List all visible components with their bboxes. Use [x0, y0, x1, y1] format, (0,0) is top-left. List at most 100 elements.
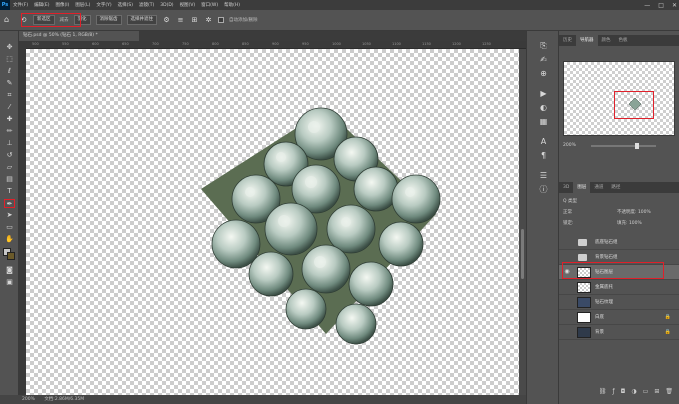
- ruler-label: 800: [212, 42, 219, 46]
- quick-mask-icon[interactable]: ◙: [4, 266, 15, 275]
- close-button[interactable]: ✕: [672, 2, 677, 9]
- mask-icon[interactable]: ◘: [621, 386, 626, 398]
- layer-name: 金属底托: [595, 285, 613, 290]
- menu-type[interactable]: 文字(Y): [93, 2, 114, 8]
- layer-row[interactable]: 背景 🔒: [559, 325, 679, 340]
- canvas-vertical-scrollbar[interactable]: [519, 49, 526, 395]
- layer-kind-filter[interactable]: Q 类型: [563, 197, 577, 206]
- menu-window[interactable]: 窗口(W): [198, 2, 221, 8]
- align-icon[interactable]: ≡: [176, 16, 185, 24]
- fill-field[interactable]: 填充: 100%: [617, 219, 642, 228]
- lock-icon: 🔒: [664, 314, 671, 320]
- stamp-icon[interactable]: ⊥: [4, 139, 15, 148]
- brush-icon[interactable]: ✏: [4, 127, 15, 136]
- menu-help[interactable]: 帮助(H): [221, 2, 243, 8]
- status-zoom[interactable]: 200%: [22, 397, 35, 402]
- crop-icon[interactable]: ⌗: [4, 91, 15, 100]
- delete-icon[interactable]: 🗑: [665, 386, 673, 398]
- folder-icon: [578, 239, 587, 246]
- tab-swatches[interactable]: 色板: [615, 35, 632, 46]
- adjustment-layer-icon[interactable]: ◑: [631, 386, 636, 398]
- scroll-thumb[interactable]: [521, 229, 524, 279]
- history-brush-icon[interactable]: ↺: [4, 151, 15, 160]
- tab-layers[interactable]: 图层: [573, 182, 591, 193]
- ruler-label: 700: [152, 42, 159, 46]
- info-icon[interactable]: ⓘ: [538, 185, 549, 195]
- marquee-icon[interactable]: ⬚: [4, 55, 15, 64]
- blend-mode-select[interactable]: 正常: [563, 208, 572, 217]
- layer-row[interactable]: 底座钻石组: [559, 235, 679, 250]
- tab-history[interactable]: 历史: [559, 35, 576, 46]
- ruler-label: 600: [92, 42, 99, 46]
- lock-label: 锁定:: [563, 221, 574, 226]
- menu-file[interactable]: 文件(F): [10, 2, 31, 8]
- gear-icon[interactable]: ✲: [204, 16, 213, 24]
- hand-icon[interactable]: ✋: [4, 235, 15, 244]
- tab-navigator[interactable]: 导航器: [576, 35, 598, 46]
- properties-icon[interactable]: ☰: [538, 171, 549, 181]
- layer-row[interactable]: 金属底托: [559, 280, 679, 295]
- eraser-icon[interactable]: ▱: [4, 163, 15, 172]
- navigator-preview[interactable]: [563, 61, 675, 136]
- maximize-button[interactable]: □: [658, 2, 664, 9]
- new-group-icon[interactable]: ▭: [643, 386, 649, 398]
- menu-layer[interactable]: 图层(L): [72, 2, 93, 8]
- ruler-label: 500: [32, 42, 39, 46]
- character-icon[interactable]: A: [538, 137, 549, 147]
- pen-icon[interactable]: ✒: [4, 199, 15, 208]
- tab-3d[interactable]: 3D: [559, 182, 573, 193]
- transform-icon[interactable]: ⊞: [190, 16, 199, 24]
- actions-icon[interactable]: ▶: [538, 89, 549, 99]
- navigator-zoom-slider[interactable]: [591, 143, 656, 149]
- layer-name: 背景: [595, 330, 604, 335]
- document-canvas[interactable]: [26, 49, 526, 395]
- lock-icon: 🔒: [664, 329, 671, 335]
- auto-add-checkbox[interactable]: [218, 17, 224, 23]
- document-tab[interactable]: 钻石.psd @ 50% (钻石 1, RGB/8) *: [19, 31, 139, 41]
- layer-name: 底座钻石组: [595, 240, 618, 245]
- shape-icon[interactable]: ▭: [4, 223, 15, 232]
- new-layer-icon[interactable]: ⊞: [654, 386, 659, 398]
- settings-icon[interactable]: ⚙: [162, 16, 171, 24]
- lasso-icon[interactable]: ℓ: [4, 67, 15, 76]
- styles-icon[interactable]: ▦: [538, 117, 549, 127]
- minimize-button[interactable]: —: [644, 2, 650, 9]
- history-icon[interactable]: ⎘: [538, 41, 549, 51]
- opacity-field[interactable]: 不透明度: 100%: [617, 208, 651, 217]
- home-icon[interactable]: ⌂: [4, 15, 14, 25]
- type-icon[interactable]: T: [4, 187, 15, 196]
- ruler-label: 550: [62, 42, 69, 46]
- collapsed-panel-dock: ⎘ ✍ ⊕ ▶ ◐ ▦ A ¶ ☰ ⓘ: [526, 31, 559, 404]
- menu-filter[interactable]: 滤镜(T): [136, 2, 157, 8]
- select-mask-field[interactable]: 选择并遮住: [126, 15, 157, 25]
- path-select-icon[interactable]: ➤: [4, 211, 15, 220]
- menu-image[interactable]: 图像(I): [52, 2, 72, 8]
- gradient-icon[interactable]: ▤: [4, 175, 15, 184]
- fx-icon[interactable]: ƒ: [613, 386, 615, 398]
- tab-paths[interactable]: 路径: [607, 182, 624, 193]
- brush-settings-icon[interactable]: ✍: [538, 55, 549, 65]
- eyedropper-icon[interactable]: ⁄: [4, 103, 15, 112]
- tab-color[interactable]: 颜色: [598, 35, 615, 46]
- heal-icon[interactable]: ✚: [4, 115, 15, 124]
- menu-select[interactable]: 选择(S): [115, 2, 136, 8]
- background-color-swatch[interactable]: [7, 252, 15, 260]
- zoom-slider-knob[interactable]: [635, 143, 639, 149]
- menu-view[interactable]: 视图(V): [177, 2, 199, 8]
- menu-3d[interactable]: 3D(D): [157, 3, 176, 8]
- menu-edit[interactable]: 编辑(E): [31, 2, 52, 8]
- antialias-field[interactable]: 消除锯齿: [95, 15, 122, 25]
- tab-channels[interactable]: 通道: [590, 182, 607, 193]
- highlight-navigator-box: [614, 91, 654, 119]
- layer-row[interactable]: 白底 🔒: [559, 310, 679, 325]
- link-icon[interactable]: ⛓: [599, 386, 607, 398]
- layer-row[interactable]: 钻石纹理: [559, 295, 679, 310]
- clone-source-icon[interactable]: ⊕: [538, 69, 549, 79]
- screen-mode-icon[interactable]: ▣: [4, 278, 15, 287]
- paragraph-icon[interactable]: ¶: [538, 151, 549, 161]
- quick-select-icon[interactable]: ✎: [4, 79, 15, 88]
- ruler-label: 850: [242, 42, 249, 46]
- adjustments-icon[interactable]: ◐: [538, 103, 549, 113]
- navigator-zoom-value[interactable]: 200%: [563, 143, 576, 148]
- move-icon[interactable]: ✥: [4, 43, 15, 52]
